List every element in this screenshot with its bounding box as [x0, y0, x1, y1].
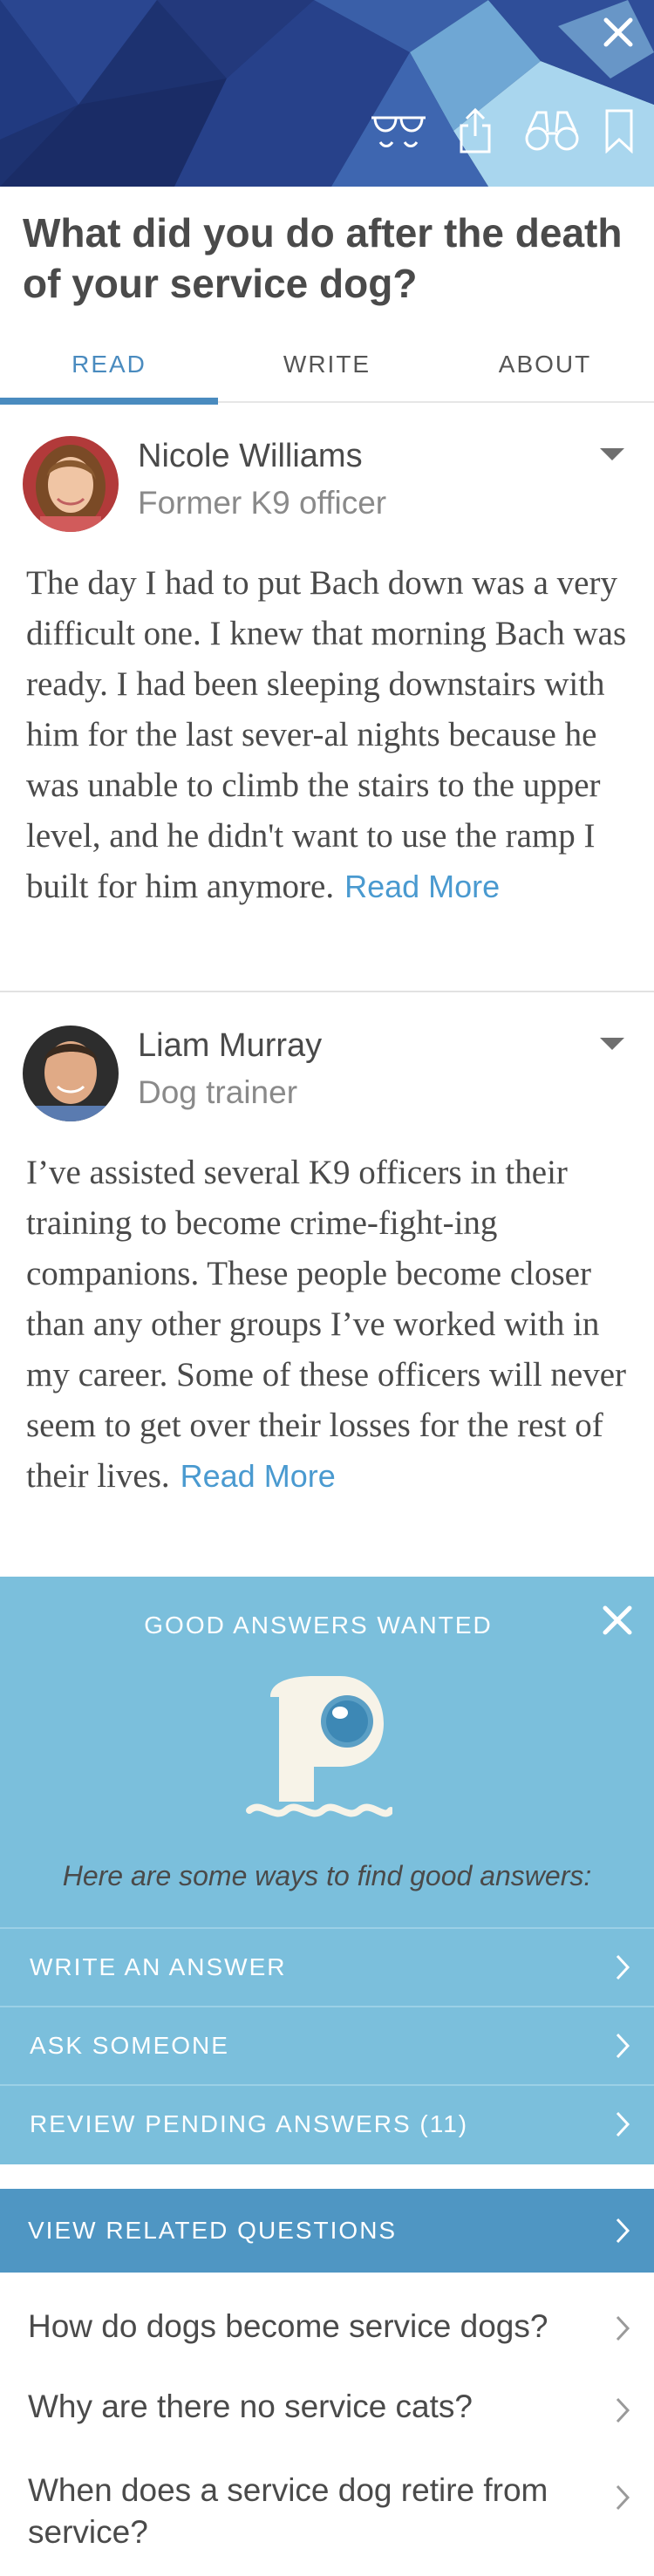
chevron-right-icon: [616, 2111, 630, 2137]
tab-bar: READ WRITE ABOUT: [0, 340, 654, 405]
related-question-item[interactable]: How do dogs become service dogs?: [0, 2283, 654, 2370]
answer-text: I’ve assisted several K9 officers in the…: [26, 1154, 627, 1495]
avatar[interactable]: [23, 436, 119, 532]
answer-card: Liam Murray Dog trainer I’ve assisted se…: [0, 994, 654, 1577]
view-related-button[interactable]: VIEW RELATED QUESTIONS: [0, 2189, 654, 2273]
panel-hint: Here are some ways to find good answers:: [62, 1860, 592, 1891]
chevron-right-icon: [616, 2218, 630, 2244]
panel-title: GOOD ANSWERS WANTED: [144, 1612, 493, 1639]
share-icon[interactable]: [446, 105, 504, 157]
close-icon[interactable]: [602, 16, 635, 49]
chevron-right-icon: [616, 2315, 630, 2341]
related-question-label: Why are there no service cats?: [28, 2389, 473, 2424]
answer-body: The day I had to put Bach down was a ver…: [26, 558, 637, 912]
bookmark-icon[interactable]: [600, 105, 638, 157]
glasses-icon[interactable]: [370, 105, 427, 157]
option-label: ASK SOMEONE: [30, 2032, 229, 2059]
answer-card: Nicole Williams Former K9 officer The da…: [0, 405, 654, 992]
header-actions: [370, 105, 638, 157]
related-question-label: How do dogs become service dogs?: [28, 2308, 548, 2344]
related-question-item[interactable]: When does a service dog retire from serv…: [0, 2454, 654, 2576]
author-role: Dog trainer: [138, 1074, 298, 1110]
tab-about[interactable]: ABOUT: [436, 340, 654, 401]
answer-body: I’ve assisted several K9 officers in the…: [26, 1148, 637, 1502]
option-label: WRITE AN ANSWER: [30, 1953, 287, 1980]
avatar[interactable]: [23, 1026, 119, 1121]
good-answers-panel: GOOD ANSWERS WANTED Here are some ways t…: [0, 1577, 654, 2164]
answer-text: The day I had to put Bach down was a ver…: [26, 564, 627, 905]
related-header-label: VIEW RELATED QUESTIONS: [28, 2217, 398, 2244]
tab-read[interactable]: READ: [0, 340, 218, 405]
binoculars-icon[interactable]: [523, 105, 581, 157]
chevron-down-icon[interactable]: [598, 446, 626, 464]
author-role: Former K9 officer: [138, 485, 387, 521]
chevron-down-icon[interactable]: [598, 1036, 626, 1053]
ask-someone-button[interactable]: ASK SOMEONE: [0, 2006, 654, 2084]
author-name[interactable]: Liam Murray: [138, 1027, 322, 1065]
chevron-right-icon: [616, 2033, 630, 2059]
review-pending-button[interactable]: REVIEW PENDING ANSWERS (11): [0, 2084, 654, 2163]
periscope-icon: [244, 1671, 394, 1832]
chevron-right-icon: [616, 1954, 630, 1980]
close-icon[interactable]: [600, 1603, 635, 1638]
chevron-right-icon: [616, 2484, 630, 2511]
chevron-right-icon: [616, 2397, 630, 2423]
tab-write[interactable]: WRITE: [218, 340, 436, 401]
banner-background: [0, 0, 654, 187]
related-question-label: When does a service dog retire from serv…: [28, 2472, 548, 2550]
write-answer-button[interactable]: WRITE AN ANSWER: [0, 1927, 654, 2006]
header-banner: [0, 0, 654, 187]
author-name[interactable]: Nicole Williams: [138, 438, 363, 475]
option-label: REVIEW PENDING ANSWERS (11): [30, 2110, 469, 2137]
related-question-item[interactable]: Why are there no service cats?: [0, 2368, 654, 2456]
read-more-link[interactable]: Read More: [181, 1458, 336, 1494]
read-more-link[interactable]: Read More: [344, 869, 500, 904]
page-title: What did you do after the death of your …: [23, 210, 623, 306]
